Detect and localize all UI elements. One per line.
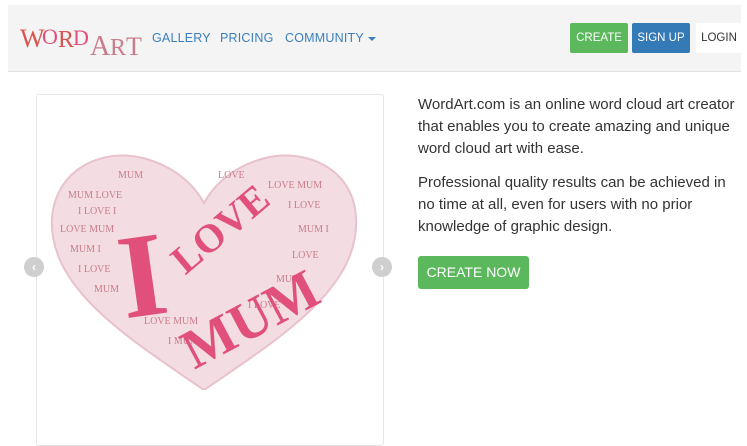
create-button[interactable]: CREATE — [570, 23, 628, 53]
wordart-logo[interactable]: W O R D A R T — [18, 17, 142, 61]
chevron-right-icon[interactable]: › — [372, 257, 392, 277]
svg-text:MUM LOVE: MUM LOVE — [68, 190, 122, 201]
chevron-left-icon[interactable]: ‹ — [24, 257, 44, 277]
heart-word-cloud-image: MUM LOVEI LOVE I LOVE MUMMUM I I LOVEMUM… — [50, 154, 358, 390]
svg-text:LOVE: LOVE — [218, 170, 245, 181]
caret-down-icon — [367, 36, 376, 41]
intro-paragraph: WordArt.com is an online word cloud art … — [418, 96, 735, 157]
create-now-button[interactable]: CREATE NOW — [418, 256, 529, 289]
nav-gallery[interactable]: GALLERY — [152, 31, 211, 45]
quality-paragraph: Professional quality results can be achi… — [418, 174, 726, 235]
svg-text:I LOVE: I LOVE — [288, 200, 321, 211]
nav-community-label: COMMUNITY — [285, 31, 364, 45]
svg-text:LOVE MUM: LOVE MUM — [268, 180, 322, 191]
svg-text:R: R — [110, 35, 126, 61]
svg-text:R: R — [58, 27, 74, 53]
svg-text:LOVE MUM: LOVE MUM — [60, 224, 114, 235]
svg-text:MUM: MUM — [94, 284, 119, 295]
login-button[interactable]: LOGIN — [696, 23, 742, 53]
svg-text:MUM I: MUM I — [70, 244, 101, 255]
svg-text:A: A — [90, 31, 111, 61]
svg-text:I LOVE: I LOVE — [78, 264, 111, 275]
svg-text:O: O — [42, 24, 58, 49]
nav-community[interactable]: COMMUNITY — [285, 31, 376, 45]
nav-pricing[interactable]: PRICING — [220, 31, 274, 45]
top-navbar: W O R D A R T GALLERY PRICING COMMUNITY … — [8, 5, 742, 72]
svg-text:D: D — [73, 25, 89, 50]
svg-text:MUM I: MUM I — [298, 224, 329, 235]
svg-text:T: T — [126, 32, 142, 61]
signup-button[interactable]: SIGN UP — [632, 23, 690, 53]
svg-text:MUM: MUM — [118, 170, 143, 181]
